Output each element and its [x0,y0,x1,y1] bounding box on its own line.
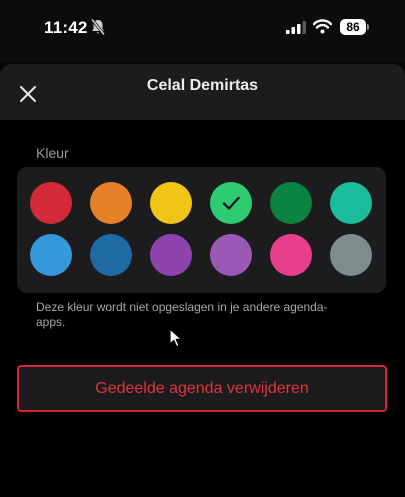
color-hint-text: Deze kleur wordt niet opgeslagen in je a… [36,300,328,329]
color-swatch-gray[interactable] [330,234,372,276]
color-swatch-teal[interactable] [330,182,372,224]
cellular-signal-icon [286,21,306,34]
status-time: 11:42 [44,18,88,37]
wifi-icon [313,19,332,34]
color-swatch-light-blue[interactable] [30,234,72,276]
color-swatch-dark-blue[interactable] [90,234,132,276]
battery-tip [367,24,369,30]
color-swatch-red[interactable] [30,182,72,224]
color-swatch-purple[interactable] [150,234,192,276]
delete-shared-calendar-button[interactable]: Gedeelde agenda verwijderen [17,365,387,412]
calendar-settings-sheet: Celal Demirtas Kleur Deze kleur wordt ni… [0,64,405,497]
bell-slash-icon [90,18,106,36]
color-swatch-pink[interactable] [270,234,312,276]
color-swatch-green[interactable] [210,182,252,224]
color-swatch-yellow[interactable] [150,182,192,224]
color-palette [17,167,386,293]
color-swatch-dark-green[interactable] [270,182,312,224]
status-bar: 11:42 86 [0,0,405,62]
color-swatch-orange[interactable] [90,182,132,224]
sheet-header: Celal Demirtas [0,64,405,120]
checkmark-icon [222,196,240,210]
battery-icon: 86 [340,19,370,35]
app-screen: 11:42 86 Celal Demirtas Kleur Deze kleur… [0,0,405,497]
color-swatch-lavender[interactable] [210,234,252,276]
color-section-label: Kleur [36,145,69,161]
battery-level: 86 [340,19,366,35]
mouse-pointer-icon [169,328,183,348]
sheet-title: Celal Demirtas [146,77,259,94]
